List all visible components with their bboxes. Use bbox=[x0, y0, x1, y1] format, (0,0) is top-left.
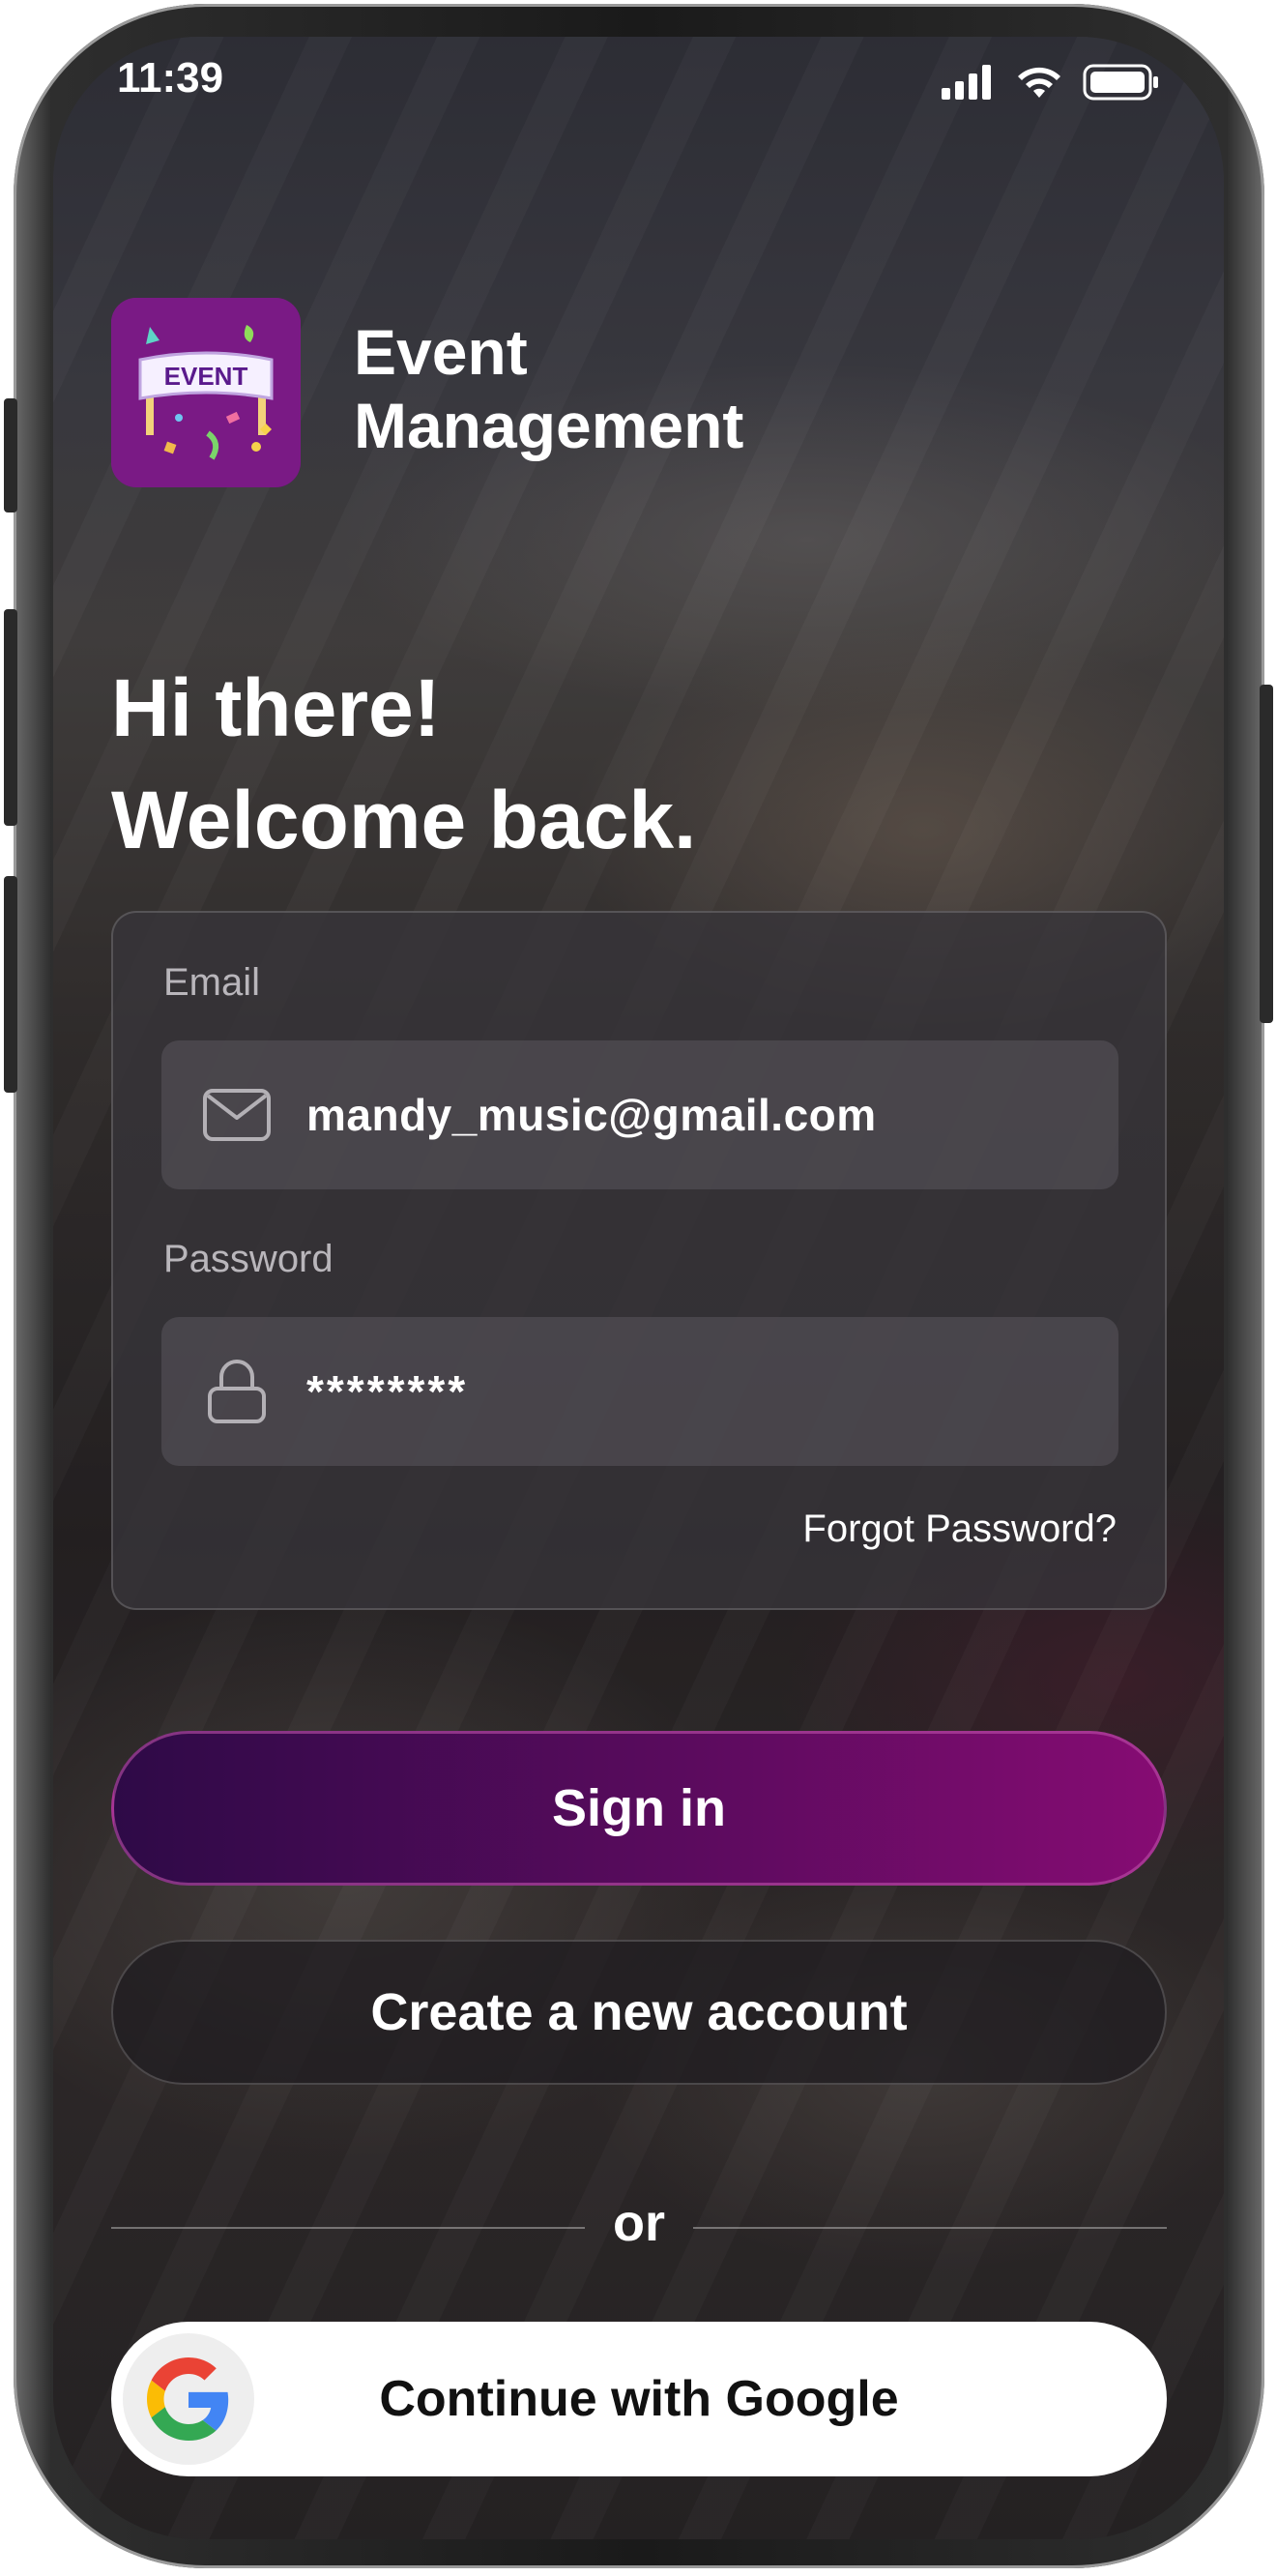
lock-icon bbox=[208, 1360, 266, 1423]
google-button-label: Continue with Google bbox=[379, 2371, 899, 2427]
app-name-line2: Management bbox=[354, 390, 744, 461]
or-text: or bbox=[613, 2194, 665, 2252]
continue-with-google-button[interactable]: Continue with Google bbox=[111, 2322, 1167, 2476]
wifi-icon bbox=[1018, 67, 1060, 98]
power-button bbox=[1260, 685, 1273, 1023]
password-value: ******** bbox=[306, 1366, 469, 1417]
password-label: Password bbox=[163, 1238, 334, 1280]
greeting-line1: Hi there! bbox=[111, 662, 441, 753]
app-screen: 11:39 EVENT Event Management Hi there! W… bbox=[53, 37, 1224, 2539]
svg-text:EVENT: EVENT bbox=[164, 362, 248, 391]
forgot-password-link[interactable]: Forgot Password? bbox=[802, 1508, 1117, 1551]
email-field[interactable]: mandy_music@gmail.com bbox=[161, 1040, 1118, 1189]
login-form-card: Email mandy_music@gmail.com Password ***… bbox=[111, 911, 1167, 1610]
google-badge bbox=[123, 2333, 254, 2465]
greeting-heading: Hi there! Welcome back. bbox=[111, 652, 696, 876]
signal-icon bbox=[942, 65, 991, 100]
volume-up-button bbox=[4, 609, 17, 826]
sign-in-button[interactable]: Sign in bbox=[111, 1731, 1167, 1886]
create-account-button[interactable]: Create a new account bbox=[111, 1940, 1167, 2085]
event-logo-icon: EVENT bbox=[111, 298, 301, 487]
email-label: Email bbox=[163, 961, 261, 1004]
silent-switch bbox=[4, 398, 17, 512]
app-name-line1: Event bbox=[354, 316, 528, 388]
app-name: Event Management bbox=[354, 315, 743, 462]
password-field[interactable]: ******** bbox=[161, 1317, 1118, 1466]
status-icons bbox=[942, 64, 1160, 101]
greeting-line2: Welcome back. bbox=[111, 775, 697, 865]
or-divider: or bbox=[111, 2193, 1167, 2261]
mail-icon bbox=[203, 1089, 271, 1141]
volume-down-button bbox=[4, 876, 17, 1093]
status-time: 11:39 bbox=[117, 54, 224, 102]
app-logo: EVENT bbox=[111, 298, 301, 487]
email-value: mandy_music@gmail.com bbox=[306, 1090, 877, 1140]
google-icon bbox=[147, 2357, 229, 2441]
battery-icon bbox=[1083, 64, 1158, 101]
